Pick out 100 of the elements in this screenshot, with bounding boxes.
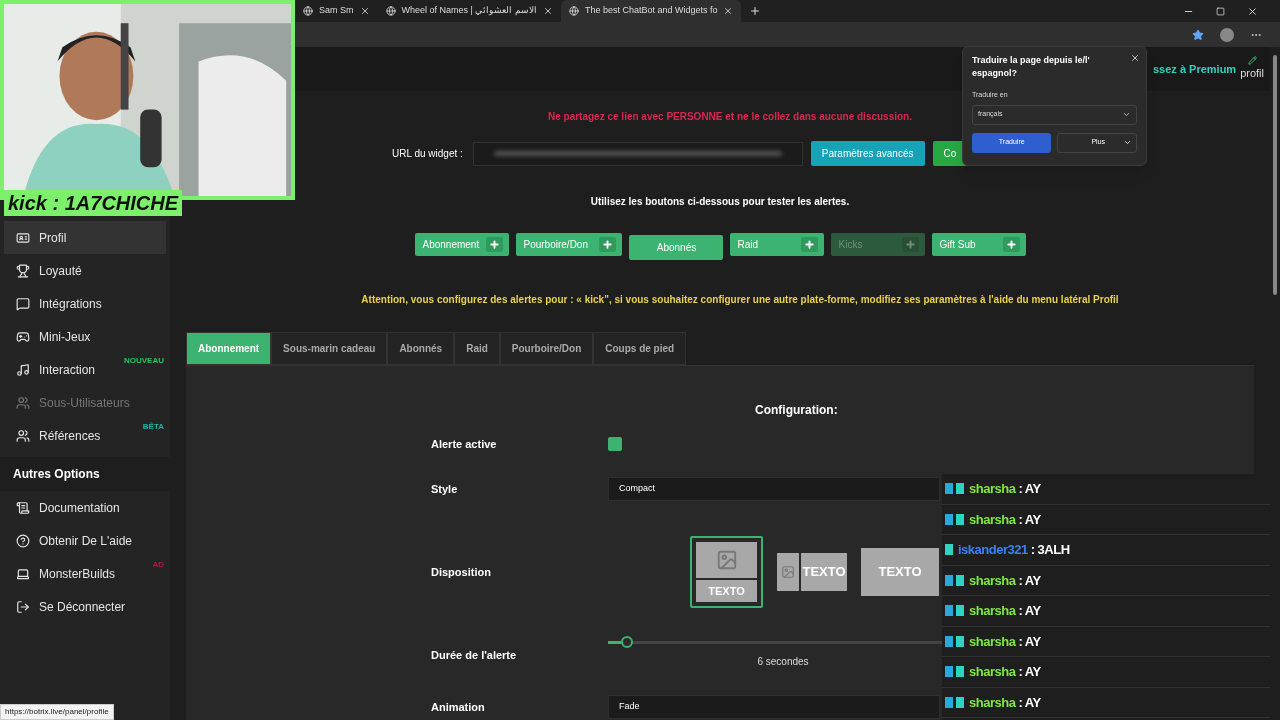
browser-tab[interactable]: Sam Sm — [295, 0, 378, 22]
profile-avatar[interactable] — [1220, 27, 1234, 42]
chat-badge-icon — [956, 574, 964, 586]
chat-badge-icon — [956, 635, 964, 647]
help-icon — [16, 533, 30, 548]
chevron-down-icon — [1122, 110, 1131, 119]
select-field[interactable]: Fade — [608, 695, 940, 719]
item-label: Loyauté — [39, 262, 82, 280]
chat-badge-icon — [945, 483, 953, 495]
chat-icon — [16, 296, 30, 311]
chat-badge-icon — [945, 635, 953, 647]
chat-badge-icon — [945, 666, 953, 678]
id-card-icon — [16, 230, 30, 245]
chat-badge-icon — [956, 696, 964, 708]
field-label: Style — [431, 481, 459, 497]
gamepad-icon — [16, 329, 30, 344]
close-icon[interactable] — [1130, 53, 1140, 63]
item-label: Obtenir De L'aide — [39, 532, 132, 550]
chat-username: sharsha — [969, 510, 1016, 529]
warning-text: Ne partagez ce lien avec PERSONNE et ne le collez dans aucune discussion. — [548, 110, 912, 124]
section-title: Configuration: — [755, 402, 838, 419]
sidebar-item[interactable]: Intégrations — [4, 287, 166, 320]
chat-message: : AY — [1018, 693, 1041, 712]
field-label: Durée de l'alerte — [431, 647, 518, 663]
sidebar-item[interactable]: Obtenir De L'aide — [4, 524, 166, 557]
tab[interactable]: Coups de pied — [593, 332, 687, 365]
chat-username: sharsha — [969, 480, 1016, 498]
item-label: Profil — [39, 229, 67, 247]
status-label: NOUVEAU — [124, 355, 164, 367]
pencil-icon — [1247, 56, 1257, 66]
site-icon — [385, 6, 396, 16]
maximize-icon[interactable] — [1216, 6, 1225, 16]
laptop-icon — [16, 566, 30, 581]
trophy-icon — [16, 263, 30, 278]
item-label: Se Déconnecter — [39, 598, 126, 616]
tab[interactable]: Abonnés — [387, 332, 455, 365]
image-icon — [715, 549, 738, 571]
url-field[interactable] — [472, 141, 803, 166]
close-icon[interactable] — [359, 6, 370, 16]
chat-message: : AY — [1018, 632, 1041, 651]
chat-message: : AY — [1018, 663, 1041, 681]
field-label: Animation — [431, 699, 486, 715]
sidebar-heading: Autres Options — [0, 457, 170, 491]
item-label: Mini-Jeux — [39, 328, 91, 346]
sidebar-item[interactable]: Références BÊTA — [4, 419, 166, 452]
slider-thumb[interactable] — [621, 636, 633, 648]
slider-reading: 6 secondes — [757, 655, 809, 669]
checkbox[interactable] — [608, 437, 622, 451]
status-url: https://botrix.live/panel/profile — [0, 704, 114, 720]
chat-badge-icon — [945, 696, 953, 708]
browser-tab[interactable]: Wheel of Names | الاسم العشوائي — [377, 0, 561, 22]
field-label: Disposition — [431, 564, 492, 580]
field-label: Alerte active — [431, 436, 498, 452]
tab[interactable]: Pourboire/Don — [499, 332, 594, 365]
instruction-text: Utilisez les boutons ci-dessous pour tester les alertes. — [590, 195, 850, 209]
sidebar-item[interactable]: Documentation — [4, 491, 166, 524]
status-label: BÊTA — [142, 421, 164, 433]
chevron-down-icon — [1123, 138, 1132, 147]
attention-text: Attention, vous configurez des alertes pour : « kick", si vous souhaitez configurer une autre plate-forme, modifiez ses paramètres à l'aide du menu latéral Profil — [361, 293, 1119, 307]
logout-icon — [16, 599, 30, 614]
tab[interactable]: Sous-marin cadeau — [271, 332, 388, 365]
item-label: Sous-Utilisateurs — [39, 394, 130, 412]
close-icon[interactable] — [723, 6, 734, 16]
sidebar-item[interactable]: Profil — [4, 221, 166, 254]
chat-message: : 3ALH — [1030, 541, 1070, 559]
close-icon[interactable] — [542, 6, 553, 16]
sidebar-item[interactable]: MonsterBuilds AD — [4, 557, 166, 590]
profile-link[interactable]: profil — [1240, 65, 1264, 82]
chat-badge-icon — [956, 483, 964, 495]
chat-badge-icon — [956, 513, 964, 525]
chat-message: : AY — [1018, 510, 1041, 529]
tab[interactable]: Raid — [454, 332, 500, 365]
browser-tab[interactable]: The best ChatBot and Widgets fo — [560, 0, 742, 22]
item-label: Interaction — [39, 361, 96, 379]
chat-username: sharsha — [969, 663, 1016, 681]
premium-link[interactable]: ssez à Premium — [1153, 60, 1237, 78]
sidebar-item[interactable]: Loyauté — [4, 254, 166, 287]
chat-badge-icon — [945, 605, 953, 617]
scroll-icon — [16, 500, 30, 515]
people-icon — [16, 428, 30, 443]
site-icon — [303, 6, 313, 16]
item-label: Documentation — [39, 499, 120, 517]
item-label: Références — [39, 427, 101, 445]
close-icon[interactable] — [1247, 5, 1258, 17]
new-tab-icon[interactable] — [749, 5, 762, 17]
image-icon — [781, 565, 795, 579]
sidebar-item[interactable]: Interaction NOUVEAU — [4, 353, 166, 386]
select-field[interactable]: Compact — [608, 477, 940, 501]
sidebar-item[interactable]: Se Déconnecter — [4, 590, 166, 623]
chat-username: sharsha — [969, 602, 1016, 620]
chat-username: iskander321 — [958, 541, 1028, 559]
chat-message: : AY — [1018, 480, 1041, 498]
status-label: AD — [152, 559, 164, 571]
item-label: MonsterBuilds — [39, 565, 116, 583]
chat-badge-icon — [945, 544, 953, 556]
popup-title: Traduire la page depuis le/l' espagnol? — [972, 54, 1091, 80]
music-note-icon — [16, 362, 30, 377]
sidebar-item[interactable]: Mini-Jeux — [4, 320, 166, 353]
favorite-icon[interactable] — [1192, 28, 1204, 41]
channel-handle-text: kick : 1A7CHICHE — [4, 190, 183, 216]
